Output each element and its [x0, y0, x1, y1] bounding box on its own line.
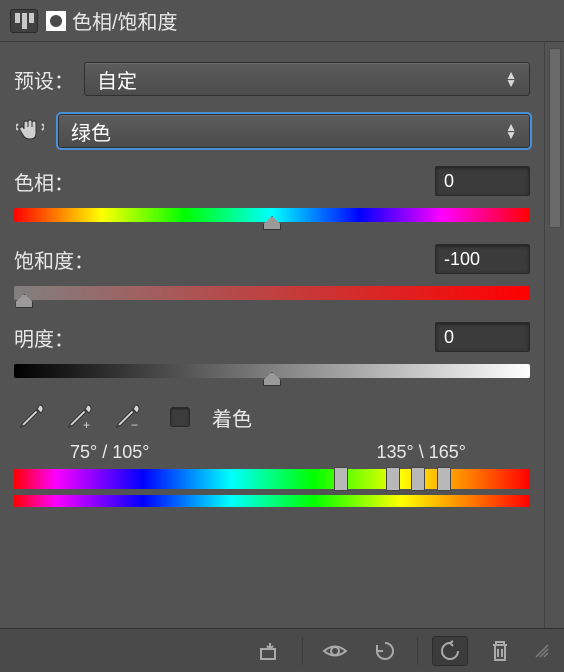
svg-text:+: + [83, 418, 90, 431]
saturation-slider-row: 饱和度： [14, 244, 530, 300]
adjustment-mask-icon [46, 11, 66, 31]
save-preset-icon[interactable] [10, 9, 38, 33]
saturation-slider-track[interactable] [14, 286, 530, 300]
channel-row: 绿色 ▲▼ [14, 114, 530, 148]
panel-title: 色相/饱和度 [72, 6, 178, 35]
range-marker[interactable] [411, 467, 425, 491]
previous-state-icon[interactable] [432, 636, 468, 666]
eyedropper-add-icon[interactable]: + [62, 400, 96, 434]
panel-header: 色相/饱和度 [0, 0, 564, 42]
clip-to-layer-icon[interactable] [252, 636, 288, 666]
range-marker[interactable] [334, 467, 348, 491]
preset-row: 预设： 自定 ▲▼ [14, 62, 530, 96]
panel-content: 预设： 自定 ▲▼ 绿色 ▲▼ 色相： [0, 42, 544, 628]
panel-footer [0, 628, 564, 672]
saturation-label: 饱和度： [14, 245, 94, 274]
dropdown-arrows-icon: ▲▼ [505, 71, 517, 87]
saturation-value-input[interactable] [435, 244, 530, 274]
panel-body: 预设： 自定 ▲▼ 绿色 ▲▼ 色相： [0, 42, 564, 628]
hue-value-input[interactable] [435, 166, 530, 196]
corner-grip-icon [532, 636, 552, 666]
eyedropper-icon[interactable] [14, 400, 48, 434]
lightness-slider-thumb[interactable] [263, 372, 281, 386]
scrollbar-thumb[interactable] [549, 48, 561, 228]
spectrum-top[interactable] [14, 469, 530, 489]
hue-label: 色相： [14, 167, 74, 196]
delete-icon[interactable] [482, 636, 518, 666]
hue-slider-row: 色相： [14, 166, 530, 222]
scrubby-hand-icon[interactable] [14, 115, 46, 147]
toggle-visibility-icon[interactable] [317, 636, 353, 666]
panel-scrollbar[interactable] [544, 42, 564, 628]
preset-value: 自定 [97, 65, 137, 94]
reset-icon[interactable] [367, 636, 403, 666]
lightness-slider-track[interactable] [14, 364, 530, 378]
range-marker[interactable] [437, 467, 451, 491]
preset-dropdown[interactable]: 自定 ▲▼ [84, 62, 530, 96]
channel-dropdown[interactable]: 绿色 ▲▼ [58, 114, 530, 148]
colorize-checkbox[interactable] [170, 407, 190, 427]
eyedropper-row: + − 着色 [14, 400, 530, 434]
range-marker[interactable] [386, 467, 400, 491]
colorize-label: 着色 [212, 403, 252, 432]
lightness-slider-row: 明度： [14, 322, 530, 378]
hue-slider-thumb[interactable] [263, 216, 281, 230]
svg-text:−: − [131, 418, 138, 431]
lightness-label: 明度： [14, 323, 74, 352]
channel-value: 绿色 [71, 117, 111, 146]
preset-label: 预设： [14, 65, 84, 94]
hue-slider-track[interactable] [14, 208, 530, 222]
lightness-value-input[interactable] [435, 322, 530, 352]
dropdown-arrows-icon: ▲▼ [505, 123, 517, 139]
color-range-spectrum [14, 469, 530, 507]
saturation-slider-thumb[interactable] [15, 294, 33, 308]
color-range-labels: 75° / 105° 135° \ 165° [14, 442, 530, 463]
eyedropper-subtract-icon[interactable]: − [110, 400, 144, 434]
spectrum-bottom [14, 495, 530, 507]
hue-saturation-panel: 色相/饱和度 预设： 自定 ▲▼ 绿色 ▲▼ [0, 0, 564, 672]
